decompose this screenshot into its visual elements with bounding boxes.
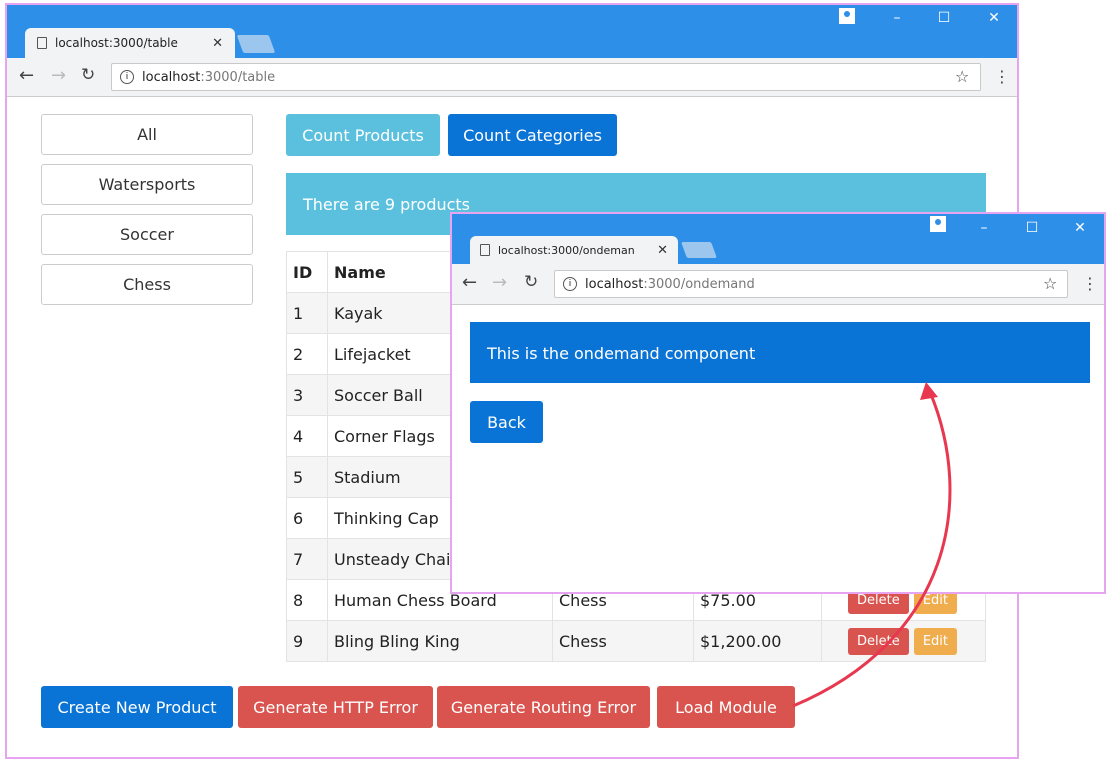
forward-arrow-icon[interactable]: → <box>51 65 66 86</box>
profile-icon[interactable] <box>930 216 946 232</box>
back-button[interactable]: Back <box>470 401 543 443</box>
cell-price: $1,200.00 <box>693 620 822 662</box>
info-icon[interactable]: i <box>563 277 577 291</box>
profile-icon[interactable] <box>839 8 855 24</box>
cell-id: 7 <box>286 538 328 580</box>
close-icon[interactable]: ✕ <box>1070 220 1090 236</box>
ondemand-browser-window: localhost:3000/ondeman ✕ – ☐ ✕ ← → ↻ i l… <box>450 212 1106 594</box>
table-row: 9 Bling Bling King Chess $1,200.00 Delet… <box>286 620 986 662</box>
cell-id: 6 <box>286 497 328 539</box>
title-bar: localhost:3000/ondeman ✕ – ☐ ✕ <box>452 214 1104 264</box>
title-bar: localhost:3000/table ✕ – ☐ ✕ <box>7 5 1017 58</box>
page-icon <box>37 37 47 49</box>
close-icon[interactable]: ✕ <box>984 10 1004 26</box>
category-button-chess[interactable]: Chess <box>41 264 253 305</box>
info-icon[interactable]: i <box>120 70 134 84</box>
browser-toolbar: ← → ↻ i localhost:3000/table ☆ ⋮ <box>7 58 1017 97</box>
load-module-button[interactable]: Load Module <box>657 686 795 728</box>
browser-tab[interactable]: localhost:3000/ondeman ✕ <box>470 236 678 264</box>
reload-icon[interactable]: ↻ <box>81 65 95 85</box>
bookmark-star-icon[interactable]: ☆ <box>955 67 969 86</box>
cell-id: 5 <box>286 456 328 498</box>
back-arrow-icon[interactable]: ← <box>19 65 34 86</box>
category-button-soccer[interactable]: Soccer <box>41 214 253 255</box>
cell-id: 2 <box>286 333 328 375</box>
create-new-product-button[interactable]: Create New Product <box>41 686 233 728</box>
cell-id: 8 <box>286 579 328 621</box>
forward-arrow-icon[interactable]: → <box>492 272 507 293</box>
header-id: ID <box>286 251 328 293</box>
cell-name: Bling Bling King <box>327 620 553 662</box>
count-products-button[interactable]: Count Products <box>286 114 440 156</box>
minimize-icon[interactable]: – <box>887 10 907 26</box>
menu-icon[interactable]: ⋮ <box>994 67 1010 86</box>
tab-close-icon[interactable]: ✕ <box>212 36 223 51</box>
message-text: There are 9 products <box>303 195 471 214</box>
cell-id: 1 <box>286 292 328 334</box>
cell-category: Chess <box>552 620 694 662</box>
bookmark-star-icon[interactable]: ☆ <box>1043 274 1057 293</box>
url-host: localhost <box>585 276 644 292</box>
cell-id: 4 <box>286 415 328 457</box>
address-bar[interactable]: i localhost:3000/ondemand <box>554 270 1068 298</box>
generate-http-error-button[interactable]: Generate HTTP Error <box>238 686 433 728</box>
browser-toolbar: ← → ↻ i localhost:3000/ondemand ☆ ⋮ <box>452 264 1104 305</box>
url-host: localhost <box>142 69 201 85</box>
tab-title: localhost:3000/ondeman <box>498 243 635 257</box>
edit-button[interactable]: Edit <box>913 627 957 655</box>
delete-button[interactable]: Delete <box>848 627 909 655</box>
count-categories-button[interactable]: Count Categories <box>448 114 617 156</box>
new-tab-button[interactable] <box>681 242 717 258</box>
cell-id: 3 <box>286 374 328 416</box>
minimize-icon[interactable]: – <box>974 220 994 236</box>
browser-tab[interactable]: localhost:3000/table ✕ <box>25 28 235 58</box>
maximize-icon[interactable]: ☐ <box>934 10 954 26</box>
category-button-watersports[interactable]: Watersports <box>41 164 253 205</box>
new-tab-button[interactable] <box>236 35 276 53</box>
category-button-all[interactable]: All <box>41 114 253 155</box>
back-arrow-icon[interactable]: ← <box>462 272 477 293</box>
url-path: :3000/ondemand <box>643 276 755 292</box>
cell-actions: Delete Edit <box>821 620 986 662</box>
tab-close-icon[interactable]: ✕ <box>657 243 668 258</box>
address-bar[interactable]: i localhost:3000/table <box>111 63 981 91</box>
generate-routing-error-button[interactable]: Generate Routing Error <box>437 686 650 728</box>
maximize-icon[interactable]: ☐ <box>1022 220 1042 236</box>
ondemand-banner: This is the ondemand component <box>470 322 1090 383</box>
banner-text: This is the ondemand component <box>487 344 756 363</box>
url-path: :3000/table <box>200 69 276 85</box>
tab-title: localhost:3000/table <box>55 36 178 50</box>
page-icon <box>480 244 490 256</box>
reload-icon[interactable]: ↻ <box>524 272 538 292</box>
menu-icon[interactable]: ⋮ <box>1082 274 1098 293</box>
cell-id: 9 <box>286 620 328 662</box>
